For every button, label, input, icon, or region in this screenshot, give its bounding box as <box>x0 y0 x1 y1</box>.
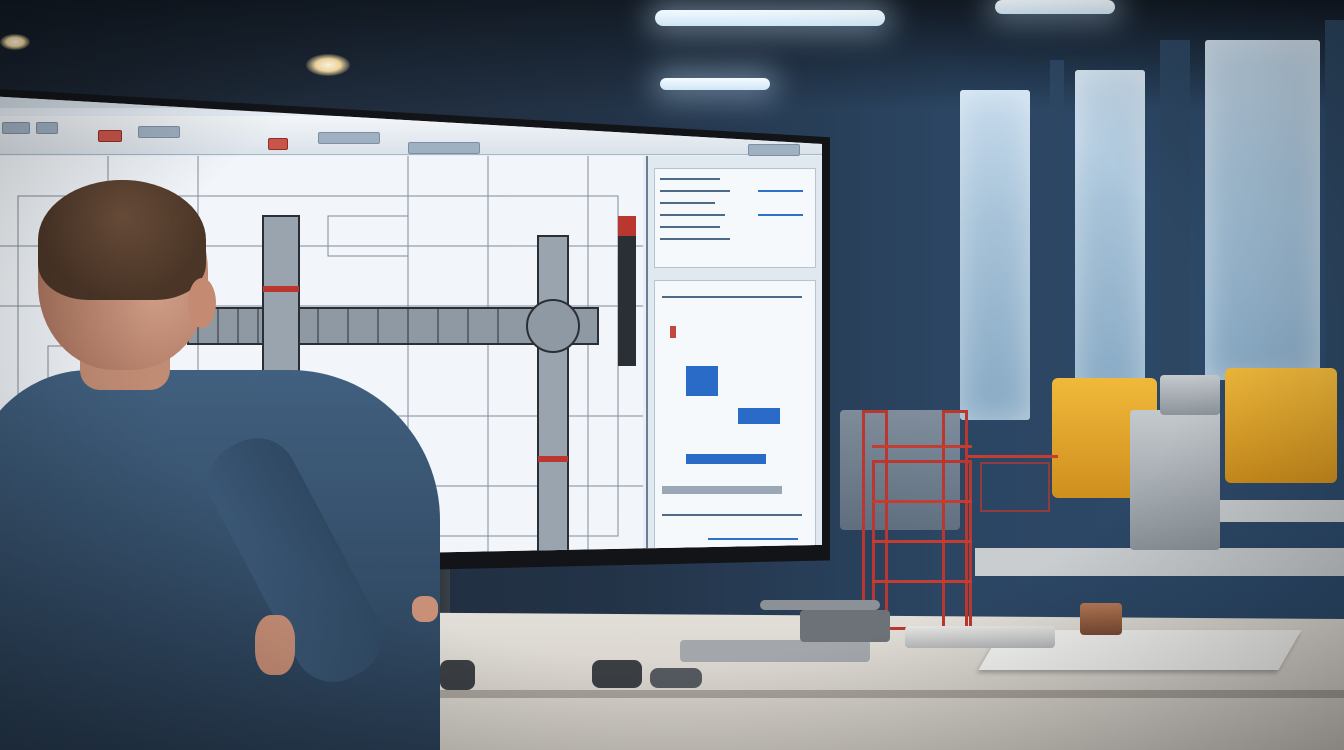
window <box>1075 70 1145 400</box>
window-frame <box>1050 60 1064 420</box>
office-scene <box>0 0 1344 750</box>
person-torso <box>0 370 440 750</box>
status-block <box>686 366 718 396</box>
model-rung <box>872 445 972 448</box>
table-row <box>660 214 725 216</box>
desk-stand <box>760 600 880 610</box>
equipment-box <box>1160 375 1220 415</box>
toolbar-button[interactable] <box>2 122 30 134</box>
model-frame <box>872 460 972 630</box>
toolbar-button[interactable] <box>36 122 58 134</box>
table-row <box>660 178 720 180</box>
desk-stand <box>800 610 890 642</box>
person-hand <box>255 615 295 675</box>
background-bench <box>975 548 1344 576</box>
status-block <box>738 408 780 424</box>
toolbar-button[interactable] <box>98 130 122 142</box>
toolbar-button[interactable] <box>138 126 180 138</box>
table-row <box>758 190 803 192</box>
background-bench <box>1210 500 1344 522</box>
model-rung <box>872 500 972 503</box>
ceiling-light <box>660 78 770 90</box>
desk-tool <box>440 660 475 690</box>
window-frame <box>1325 20 1344 420</box>
table-row <box>660 202 715 204</box>
table-row <box>662 486 782 494</box>
copper-part <box>1080 603 1122 635</box>
model-rung <box>968 455 1058 458</box>
person-ear <box>188 278 216 328</box>
person-hand <box>412 596 438 622</box>
window <box>960 90 1030 420</box>
ceiling-light <box>995 0 1115 14</box>
table-row <box>662 296 802 298</box>
model-rung <box>872 540 972 543</box>
equipment-box <box>1130 410 1220 550</box>
window <box>1205 40 1320 380</box>
toolbar-button[interactable] <box>268 138 288 150</box>
desk-stand <box>680 640 870 662</box>
table-row <box>708 538 798 540</box>
table-row <box>660 238 730 240</box>
table-row <box>660 226 720 228</box>
data-sheet <box>654 280 816 558</box>
table-row <box>662 514 802 516</box>
properties-panel[interactable] <box>646 156 822 562</box>
ceiling-spot-light <box>306 54 350 76</box>
ceiling-light <box>655 10 885 26</box>
desk-tool <box>650 668 702 688</box>
ceiling-spot-light <box>0 34 30 50</box>
model-frame <box>980 462 1050 512</box>
status-block <box>686 454 766 464</box>
desk-device <box>905 626 1055 648</box>
window-frame <box>1160 40 1190 420</box>
yellow-machine <box>1225 368 1337 483</box>
toolbar-button[interactable] <box>408 142 480 154</box>
person-hair <box>38 180 206 300</box>
toolbar-button[interactable] <box>318 132 380 144</box>
desk-tool <box>592 660 642 688</box>
table-row <box>660 190 730 192</box>
model-rung <box>872 580 972 583</box>
properties-table <box>654 168 816 268</box>
table-row <box>758 214 803 216</box>
toolbar-button[interactable] <box>748 144 800 156</box>
status-block <box>670 326 676 338</box>
